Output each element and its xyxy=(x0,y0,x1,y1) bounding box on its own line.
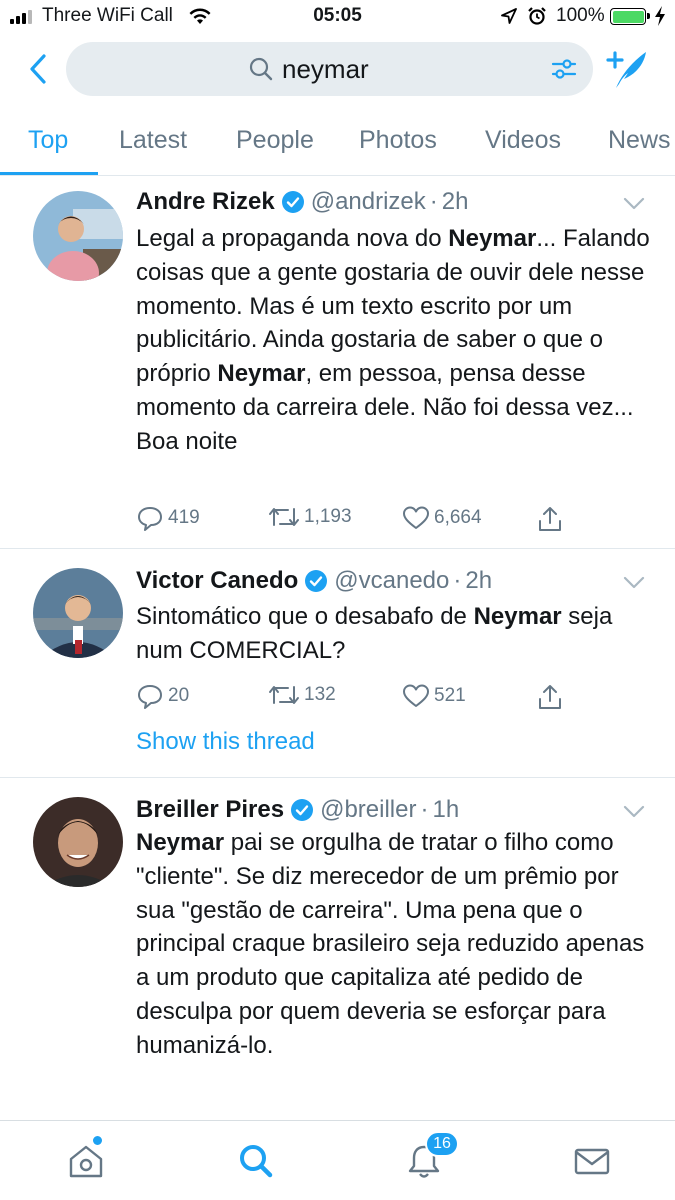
like-button[interactable]: 521 xyxy=(402,683,466,709)
status-bar: Three WiFi Call 05:05 100% xyxy=(0,0,675,34)
reply-icon xyxy=(138,507,162,531)
tab-videos[interactable]: Videos xyxy=(485,126,561,155)
alarm-clock-icon xyxy=(528,7,546,25)
retweet-icon xyxy=(269,508,299,526)
author-handle[interactable]: @andrizek xyxy=(311,188,426,216)
search-input[interactable]: neymar xyxy=(66,42,593,96)
heart-icon xyxy=(403,506,429,529)
retweet-button[interactable]: 132 xyxy=(268,683,336,707)
search-term-highlight: Neymar xyxy=(136,829,225,856)
search-tabs: Top Latest People Photos Videos News xyxy=(0,108,675,176)
tweet-timestamp[interactable]: 1h xyxy=(432,796,459,824)
home-unread-dot xyxy=(93,1136,102,1145)
tab-top[interactable]: Top xyxy=(28,126,68,155)
share-icon xyxy=(539,685,561,709)
retweet-button[interactable]: 1,193 xyxy=(268,505,352,529)
verified-badge-icon xyxy=(291,799,314,821)
heart-icon xyxy=(403,684,429,707)
battery-icon xyxy=(610,8,650,25)
tweet[interactable]: Andre Rizek @andrizek · 2h Legal a propa… xyxy=(0,177,675,549)
reply-button[interactable]: 419 xyxy=(136,505,200,531)
like-count: 6,664 xyxy=(434,507,482,528)
tweet-text-segment: pai se orgulha de tratar o filho como "c… xyxy=(136,829,645,1059)
tweet-actions: 419 1,193 6,664 xyxy=(136,505,576,535)
retweet-count: 1,193 xyxy=(304,506,352,527)
share-icon xyxy=(539,507,561,531)
search-query-text[interactable]: neymar xyxy=(282,54,369,85)
author-name[interactable]: Andre Rizek xyxy=(136,188,275,216)
like-button[interactable]: 6,664 xyxy=(402,505,482,531)
search-filter-icon[interactable] xyxy=(551,56,577,82)
tweet-actions: 20 132 521 xyxy=(136,683,576,713)
back-arrow-icon[interactable] xyxy=(24,52,54,86)
charging-bolt-icon xyxy=(655,6,665,26)
share-button[interactable] xyxy=(536,683,564,711)
tweet-text: Legal a propaganda nova do Neymar... Fal… xyxy=(136,222,656,459)
search-icon[interactable] xyxy=(236,1141,276,1181)
tweet-timestamp[interactable]: 2h xyxy=(465,567,492,595)
search-header: neymar xyxy=(0,34,675,106)
avatar[interactable] xyxy=(33,568,123,658)
author-name[interactable]: Victor Canedo xyxy=(136,567,298,595)
search-term-highlight: Neymar xyxy=(448,225,537,252)
search-term-highlight: Neymar xyxy=(473,603,562,630)
tab-photos[interactable]: Photos xyxy=(359,126,437,155)
reply-count: 419 xyxy=(168,507,200,528)
tweet-text-segment: Sintomático que o desabafo de xyxy=(136,603,474,630)
bottom-navigation: 16 xyxy=(0,1120,675,1200)
separator-dot: · xyxy=(429,188,438,215)
chevron-down-icon[interactable] xyxy=(623,197,645,211)
author-handle[interactable]: @breiller xyxy=(320,796,416,824)
search-icon xyxy=(249,57,273,81)
tab-news[interactable]: News xyxy=(608,126,671,155)
separator-dot: · xyxy=(453,567,462,594)
tab-latest[interactable]: Latest xyxy=(119,126,187,155)
reply-count: 20 xyxy=(168,685,190,706)
verified-badge-icon xyxy=(281,191,304,213)
show-thread-link[interactable]: Show this thread xyxy=(136,728,315,756)
reply-button[interactable]: 20 xyxy=(136,683,189,709)
like-count: 521 xyxy=(434,685,466,706)
retweet-icon xyxy=(269,686,299,704)
home-icon[interactable] xyxy=(66,1141,106,1181)
author-name[interactable]: Breiller Pires xyxy=(136,796,284,824)
chevron-down-icon[interactable] xyxy=(623,576,645,590)
active-tab-indicator xyxy=(0,172,98,175)
reply-icon xyxy=(138,685,162,709)
location-arrow-icon xyxy=(501,8,517,24)
author-handle[interactable]: @vcanedo xyxy=(334,567,449,595)
tweet-text: Neymar pai se orgulha de tratar o filho … xyxy=(136,826,656,1063)
avatar[interactable] xyxy=(33,797,123,887)
compose-tweet-icon[interactable] xyxy=(602,46,650,90)
notifications-badge: 16 xyxy=(425,1131,459,1157)
verified-badge-icon xyxy=(305,570,328,592)
tweet-timestamp[interactable]: 2h xyxy=(442,188,469,216)
messages-envelope-icon[interactable] xyxy=(572,1141,612,1181)
tab-people[interactable]: People xyxy=(236,126,314,155)
tweet-text: Sintomático que o desabafo de Neymar sej… xyxy=(136,600,656,668)
battery-percent: 100% xyxy=(556,5,605,26)
tweet[interactable]: Breiller Pires @breiller · 1h Neymar pai… xyxy=(0,779,675,1121)
tweet[interactable]: Victor Canedo @vcanedo · 2h Sintomático … xyxy=(0,550,675,778)
search-term-highlight: Neymar xyxy=(217,360,306,388)
share-button[interactable] xyxy=(536,505,564,533)
tweet-text-segment: Legal a propaganda nova do xyxy=(136,225,449,252)
separator-dot: · xyxy=(420,796,429,823)
retweet-count: 132 xyxy=(304,684,336,705)
avatar[interactable] xyxy=(33,191,123,281)
chevron-down-icon[interactable] xyxy=(623,805,645,819)
